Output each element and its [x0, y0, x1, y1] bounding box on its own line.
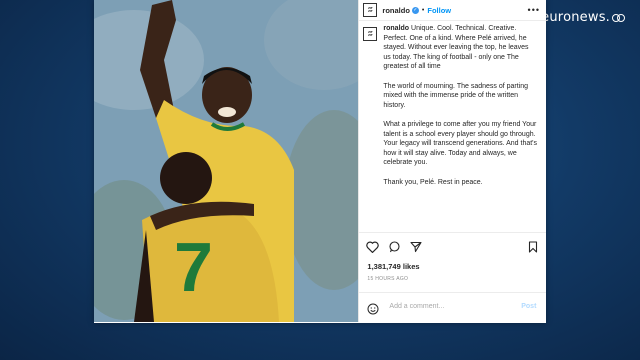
comment-bar: Add a comment... Post: [359, 292, 547, 323]
caption-paragraph: What a privilege to come after you my fr…: [383, 120, 538, 167]
avatar-line: ZIT: [368, 9, 373, 13]
jersey-number: 7: [174, 228, 213, 306]
pele-celebration-photo: [94, 0, 359, 322]
verified-badge-icon: ✓: [411, 6, 419, 14]
comment-input[interactable]: Add a comment...: [389, 303, 444, 310]
profile-avatar[interactable]: ZIT ZIT: [363, 3, 378, 17]
caption: ZIT ZIT ronaldo Unique. Cool. Technical.…: [363, 24, 541, 226]
post-sidebar: ZIT ZIT ronaldo ✓ • Follow ••• ZIT ZIT r…: [358, 0, 547, 323]
heart-icon[interactable]: [366, 240, 380, 258]
follow-button[interactable]: Follow: [427, 6, 451, 15]
euronews-circles-icon: [612, 12, 626, 24]
euronews-logo-text: euronews.: [541, 10, 610, 25]
caption-text: ronaldo Unique. Cool. Technical. Creativ…: [383, 24, 537, 226]
more-options-icon[interactable]: •••: [528, 5, 540, 15]
emoji-icon[interactable]: [367, 302, 379, 320]
caption-avatar[interactable]: ZIT ZIT: [363, 27, 378, 41]
action-bar: [359, 232, 547, 259]
post-comment-button[interactable]: Post: [521, 303, 536, 310]
avatar-line: ZIT: [368, 33, 373, 37]
like-count[interactable]: 1,381,749 likes: [367, 262, 419, 271]
euronews-logo: euronews.: [541, 10, 626, 25]
share-icon[interactable]: [410, 240, 422, 258]
caption-paragraph: Thank you, Pelé. Rest in peace.: [383, 178, 483, 186]
username-link[interactable]: ronaldo: [382, 6, 410, 15]
post-photo: 7: [94, 0, 359, 322]
comment-icon[interactable]: [388, 240, 401, 258]
instagram-post: 7 ZIT ZIT ronaldo ✓ • Follow ••• ZIT ZIT…: [94, 0, 547, 323]
post-timestamp: 15 HOURS AGO: [367, 276, 409, 282]
caption-paragraph: The world of mourning. The sadness of pa…: [383, 82, 529, 109]
caption-username[interactable]: ronaldo: [383, 25, 409, 32]
separator-dot: •: [421, 6, 425, 14]
post-header: ZIT ZIT ronaldo ✓ • Follow •••: [359, 0, 546, 21]
bookmark-icon[interactable]: [528, 240, 538, 258]
